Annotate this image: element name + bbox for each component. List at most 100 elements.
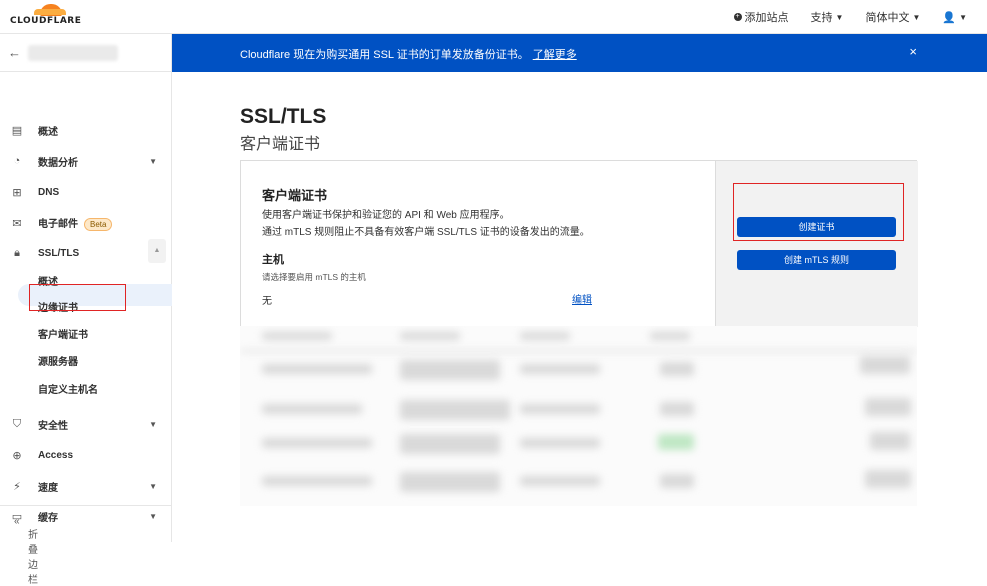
blurred-cell	[520, 476, 600, 486]
sidebar-item-label: 数据分析	[38, 157, 78, 169]
blurred-header	[650, 332, 690, 340]
hosts-label: 主机	[262, 254, 284, 266]
sidebar-subitem-custom-hostnames[interactable]: 自定义主机名	[0, 378, 171, 398]
blurred-divider	[240, 350, 917, 352]
blurred-cell	[262, 364, 372, 374]
blurred-header	[520, 332, 570, 340]
page-subtitle: 客户端证书	[240, 136, 321, 153]
user-menu[interactable]: 👤 ▼	[942, 9, 967, 25]
edit-hosts-link[interactable]: 编辑	[572, 291, 592, 306]
sidebar-item-label: 自定义主机名	[38, 384, 98, 396]
sidebar-item-label: 概述	[38, 126, 58, 138]
language-menu[interactable]: 简体中文 ▼	[865, 9, 920, 25]
chevron-down-icon: ▼	[149, 156, 157, 166]
blurred-cell	[865, 470, 911, 488]
sidebar-item-label: SSL/TLS	[38, 247, 80, 259]
sidebar-item-ssl-tls[interactable]: 🔒︎ SSL/TLS	[0, 243, 171, 263]
card-description-1: 使用客户端证书保护和验证您的 API 和 Web 应用程序。	[262, 210, 510, 221]
speed-icon: ⚡	[13, 480, 21, 493]
chevron-down-icon: ▼	[149, 481, 157, 491]
create-mtls-rule-button[interactable]: 创建 mTLS 规则	[737, 250, 896, 270]
sidebar-item-access[interactable]: ⊕ Access	[0, 445, 171, 465]
highlight-box-sidebar	[29, 284, 126, 311]
close-icon[interactable]: ×	[909, 44, 917, 59]
hosts-value: 无	[262, 296, 272, 307]
top-bar: CLOUDFLARE + 添加站点 支持 ▼ 简体中文 ▼ 👤 ▼	[0, 0, 987, 34]
beta-badge: Beta	[84, 218, 113, 231]
email-icon: ✉	[12, 217, 22, 230]
card-title: 客户端证书	[262, 188, 328, 203]
email-label-text: 电子邮件	[38, 219, 78, 230]
support-menu[interactable]: 支持 ▼	[811, 9, 844, 25]
sidebar-item-label: DNS	[38, 186, 60, 198]
logo-text: CLOUDFLARE	[10, 16, 82, 26]
caret-down-icon: ▼	[912, 12, 921, 22]
certificates-table-blurred	[240, 326, 917, 506]
caret-down-icon: ▼	[959, 12, 967, 22]
card-actions: 创建证书 创建 mTLS 规则	[715, 161, 918, 327]
page-title: SSL/TLS	[240, 105, 327, 128]
support-label: 支持	[810, 12, 833, 24]
blurred-status-badge	[658, 434, 694, 450]
blurred-cell	[870, 432, 910, 450]
sidebar-item-analytics[interactable]: ◔ 数据分析 ▼	[0, 151, 171, 171]
sidebar-item-label: 安全性	[38, 420, 68, 432]
sidebar-item-security[interactable]: ⛉ 安全性 ▼	[0, 414, 171, 434]
blurred-cell	[660, 402, 694, 416]
card-description-2: 通过 mTLS 规则阻止不具备有效客户端 SSL/TLS 证书的设备发出的流量。	[262, 227, 590, 238]
blurred-cell	[860, 356, 910, 374]
collapse-section-button[interactable]: ▲	[148, 239, 166, 263]
sidebar-item-label: Access	[38, 449, 74, 461]
blurred-cell	[262, 476, 372, 486]
sidebar-item-overview[interactable]: ▤ 概述	[0, 120, 171, 140]
collapse-sidebar-button[interactable]: « 折叠边栏	[0, 505, 171, 586]
sidebar-item-label: 源服务器	[38, 356, 78, 368]
analytics-icon: ◔	[13, 155, 21, 167]
collapse-sidebar-text: 折叠边栏	[28, 530, 38, 586]
client-certificates-card: 客户端证书 使用客户端证书保护和验证您的 API 和 Web 应用程序。 通过 …	[240, 160, 918, 327]
banner-text: Cloudflare 现在为购买通用 SSL 证书的订单发放备份证书。	[240, 49, 529, 61]
sidebar-item-speed[interactable]: ⚡ 速度 ▼	[0, 476, 171, 496]
blurred-cell	[520, 438, 600, 448]
blurred-cell	[400, 360, 500, 380]
blurred-cell	[660, 474, 694, 488]
card-info: 客户端证书 使用客户端证书保护和验证您的 API 和 Web 应用程序。 通过 …	[241, 161, 715, 327]
user-icon: 👤	[942, 11, 957, 24]
sidebar-item-label: 客户端证书	[38, 329, 88, 341]
blurred-cell	[520, 364, 600, 374]
blurred-cell	[262, 404, 362, 414]
blurred-cell	[262, 438, 372, 448]
access-icon: ⊕	[12, 449, 22, 462]
add-site-link[interactable]: + 添加站点	[733, 9, 789, 25]
shield-icon: ⛉	[12, 417, 22, 430]
sidebar-item-email[interactable]: ✉ 电子邮件 Beta	[0, 213, 171, 233]
cloudflare-logo[interactable]: CLOUDFLARE	[10, 2, 84, 30]
dns-icon: ⊞	[12, 186, 22, 199]
top-nav: + 添加站点 支持 ▼ 简体中文 ▼ 👤 ▼	[733, 9, 967, 25]
cloud-icon-base	[34, 9, 66, 15]
chevron-down-icon: ▼	[149, 419, 157, 429]
lock-icon: 🔒︎	[14, 246, 20, 259]
blurred-cell	[520, 404, 600, 414]
sidebar-subitem-origin-server[interactable]: 源服务器	[0, 350, 171, 370]
collapse-sidebar-label: « 折叠边栏	[14, 516, 38, 586]
banner-message: Cloudflare 现在为购买通用 SSL 证书的订单发放备份证书。 了解更多	[240, 46, 577, 62]
sidebar-item-dns[interactable]: ⊞ DNS	[0, 182, 171, 202]
account-name-blurred	[28, 45, 118, 61]
learn-more-link[interactable]: 了解更多	[533, 49, 577, 61]
blurred-cell	[660, 362, 694, 376]
language-label: 简体中文	[865, 12, 910, 24]
blurred-header	[262, 332, 332, 340]
hosts-hint: 请选择要启用 mTLS 的主机	[262, 272, 366, 282]
blurred-cell	[865, 398, 911, 416]
blurred-cell	[400, 434, 500, 454]
blurred-cell	[400, 400, 510, 420]
back-arrow-icon[interactable]: ←	[8, 45, 21, 60]
document-icon: ▤	[11, 124, 23, 137]
highlight-box-button	[733, 183, 904, 241]
blurred-cell	[400, 472, 500, 492]
sidebar-subitem-client-certificates[interactable]: 客户端证书	[0, 323, 171, 343]
sidebar-item-label: 速度	[38, 482, 58, 494]
blurred-header	[400, 332, 460, 340]
account-back-row[interactable]: ←	[0, 34, 171, 72]
